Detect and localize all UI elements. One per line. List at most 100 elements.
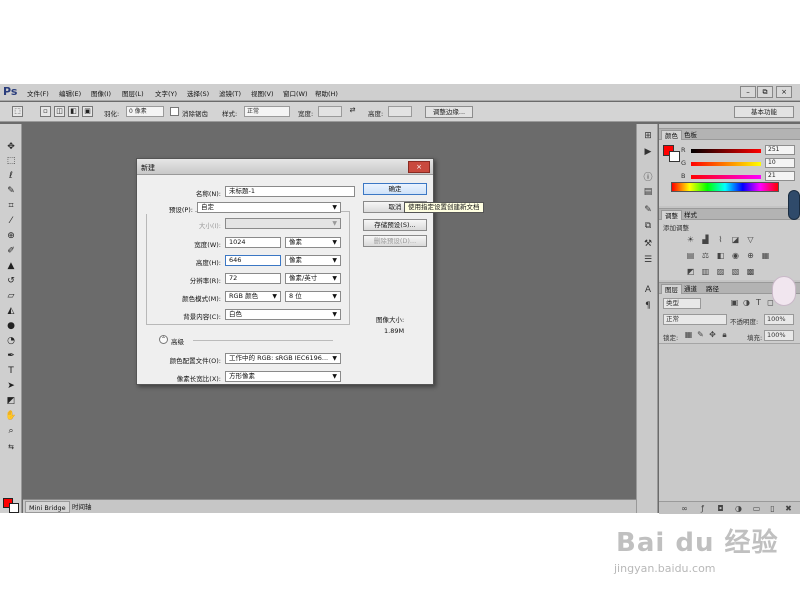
tab-styles[interactable]: 样式 bbox=[681, 210, 700, 220]
menu-type[interactable]: 文字(Y) bbox=[155, 88, 177, 98]
marquee-preset-icon[interactable]: ⬚ bbox=[12, 106, 23, 117]
color-mode-select[interactable]: RGB 颜色 ▼ bbox=[225, 291, 281, 302]
stamp-tool-icon[interactable]: ▲ bbox=[4, 259, 18, 273]
resolution-input[interactable]: 72 bbox=[225, 273, 281, 284]
dialog-close-button[interactable]: × bbox=[408, 161, 430, 173]
invert-icon[interactable]: ◩ bbox=[685, 267, 696, 277]
dialog-title-bar[interactable]: 新建 × bbox=[137, 159, 433, 175]
blend-mode-select[interactable]: 正常 bbox=[663, 314, 727, 325]
layer-kind-filter[interactable]: 类型 bbox=[663, 298, 701, 309]
background-select[interactable]: 白色 ▼ bbox=[225, 309, 341, 320]
pen-tool-icon[interactable]: ✒ bbox=[4, 349, 18, 363]
green-slider[interactable] bbox=[691, 162, 761, 166]
black-white-icon[interactable]: ◧ bbox=[715, 251, 726, 261]
save-preset-button[interactable]: 存储预设(S)... bbox=[363, 219, 427, 231]
name-input[interactable]: 未标题-1 bbox=[225, 186, 355, 197]
preset-select[interactable]: 自定 ▼ bbox=[197, 202, 341, 213]
gradient-map-icon[interactable]: ▧ bbox=[730, 267, 741, 277]
green-value-input[interactable]: 10 bbox=[765, 158, 795, 168]
lock-all-icon[interactable]: 🔒︎ bbox=[719, 330, 730, 340]
hand-tool-icon[interactable]: ✋ bbox=[4, 409, 18, 423]
antialias-checkbox[interactable] bbox=[170, 107, 179, 116]
filter-pixel-icon[interactable]: ▣ bbox=[729, 298, 740, 308]
exposure-icon[interactable]: ◪ bbox=[730, 235, 741, 245]
style-select[interactable]: 正常 bbox=[244, 106, 290, 117]
channel-mixer-icon[interactable]: ⊕ bbox=[745, 251, 756, 261]
posterize-icon[interactable]: ▥ bbox=[700, 267, 711, 277]
tab-color[interactable]: 颜色 bbox=[661, 130, 682, 140]
default-colors-icon[interactable]: ⇆ bbox=[4, 440, 18, 454]
color-lookup-icon[interactable]: ▦ bbox=[760, 251, 771, 261]
path-select-tool-icon[interactable]: ➤ bbox=[4, 379, 18, 393]
color-profile-select[interactable]: 工作中的 RGB: sRGB IEC6196... ▼ bbox=[225, 353, 341, 364]
quick-select-tool-icon[interactable]: ✎ bbox=[4, 184, 18, 198]
height-unit-select[interactable]: 像素 ▼ bbox=[285, 255, 341, 266]
zoom-tool-icon[interactable]: ⌕ bbox=[4, 424, 18, 438]
height-input[interactable] bbox=[388, 106, 412, 117]
tool-presets-icon[interactable]: ⚒ bbox=[642, 238, 654, 250]
link-layers-icon[interactable]: ∞ bbox=[679, 504, 690, 514]
brightness-contrast-icon[interactable]: ☀ bbox=[685, 235, 696, 245]
swap-icon[interactable]: ⇄ bbox=[347, 106, 358, 117]
crop-tool-icon[interactable]: ⌗ bbox=[4, 199, 18, 213]
lock-image-icon[interactable]: ✎ bbox=[695, 330, 706, 340]
delete-layer-icon[interactable]: ✖ bbox=[783, 504, 794, 514]
filter-adjust-icon[interactable]: ◑ bbox=[741, 298, 752, 308]
tab-channels[interactable]: 通道 bbox=[681, 284, 700, 294]
color-spectrum-bar[interactable] bbox=[671, 182, 779, 192]
lock-position-icon[interactable]: ✥ bbox=[707, 330, 718, 340]
photo-filter-icon[interactable]: ◉ bbox=[730, 251, 741, 261]
blue-value-input[interactable]: 21 bbox=[765, 171, 795, 181]
info-panel-icon[interactable]: ⓘ bbox=[642, 172, 654, 184]
adjust-panel-icon[interactable]: ☰ bbox=[642, 254, 654, 266]
clone-source-icon[interactable]: ⧉ bbox=[642, 220, 654, 232]
new-selection-icon[interactable]: ▫ bbox=[40, 106, 51, 117]
shape-tool-icon[interactable]: ◩ bbox=[4, 394, 18, 408]
subtract-selection-icon[interactable]: ◧ bbox=[68, 106, 79, 117]
paragraph-panel-icon[interactable]: ¶ bbox=[642, 300, 654, 312]
minimize-button[interactable]: – bbox=[740, 86, 756, 98]
gradient-tool-icon[interactable]: ◭ bbox=[4, 304, 18, 318]
threshold-icon[interactable]: ▨ bbox=[715, 267, 726, 277]
bit-depth-select[interactable]: 8 位 ▼ bbox=[285, 291, 341, 302]
advanced-toggle-icon[interactable]: ⌃ bbox=[159, 335, 168, 344]
menu-select[interactable]: 选择(S) bbox=[187, 88, 209, 98]
dodge-tool-icon[interactable]: ◔ bbox=[4, 334, 18, 348]
blue-slider[interactable] bbox=[691, 175, 761, 179]
brush-panel-icon[interactable]: ✎ bbox=[642, 204, 654, 216]
red-slider[interactable] bbox=[691, 149, 761, 153]
tab-adjustments[interactable]: 调整 bbox=[661, 210, 682, 220]
lock-transparent-icon[interactable]: ▦ bbox=[683, 330, 694, 340]
type-tool-icon[interactable]: T bbox=[4, 364, 18, 378]
menu-file[interactable]: 文件(F) bbox=[27, 88, 49, 98]
refine-edge-button[interactable]: 调整边缘... bbox=[425, 106, 473, 118]
menu-window[interactable]: 窗口(W) bbox=[283, 88, 308, 98]
pixel-aspect-select[interactable]: 方形像素 ▼ bbox=[225, 371, 341, 382]
new-layer-icon[interactable]: ▯ bbox=[767, 504, 778, 514]
new-adjustment-icon[interactable]: ◑ bbox=[733, 504, 744, 514]
menu-edit[interactable]: 编辑(E) bbox=[59, 88, 81, 98]
resolution-unit-select[interactable]: 像素/英寸 ▼ bbox=[285, 273, 341, 284]
ok-button-visible[interactable]: 确定 bbox=[363, 183, 427, 195]
tab-paths[interactable]: 路径 bbox=[703, 284, 722, 294]
color-balance-icon[interactable]: ⚖ bbox=[700, 251, 711, 261]
layer-mask-icon[interactable]: ◘ bbox=[715, 504, 726, 514]
tab-mini-bridge[interactable]: Mini Bridge bbox=[25, 501, 70, 513]
selective-color-icon[interactable]: ▩ bbox=[745, 267, 756, 277]
curves-icon[interactable]: ⌇ bbox=[715, 235, 726, 245]
marquee-tool-icon[interactable]: ⬚ bbox=[4, 154, 18, 168]
layer-style-icon[interactable]: ƒ bbox=[697, 504, 708, 514]
tab-layers[interactable]: 图层 bbox=[661, 284, 682, 294]
lasso-tool-icon[interactable]: ℓ bbox=[4, 169, 18, 183]
height-input[interactable]: 646 bbox=[225, 255, 281, 266]
delete-preset-button[interactable]: 删除预设(D)... bbox=[363, 235, 427, 247]
eyedropper-tool-icon[interactable]: ⁄ bbox=[4, 214, 18, 228]
panel-background-swatch[interactable] bbox=[669, 151, 680, 162]
red-value-input[interactable]: 251 bbox=[765, 145, 795, 155]
opacity-input[interactable]: 100% bbox=[764, 314, 794, 325]
hue-saturation-icon[interactable]: ▤ bbox=[685, 251, 696, 261]
background-color-swatch[interactable] bbox=[9, 503, 19, 513]
menu-view[interactable]: 视图(V) bbox=[251, 88, 274, 98]
history-panel-icon[interactable]: ⊞ bbox=[642, 130, 654, 142]
character-panel-icon[interactable]: A bbox=[642, 284, 654, 296]
